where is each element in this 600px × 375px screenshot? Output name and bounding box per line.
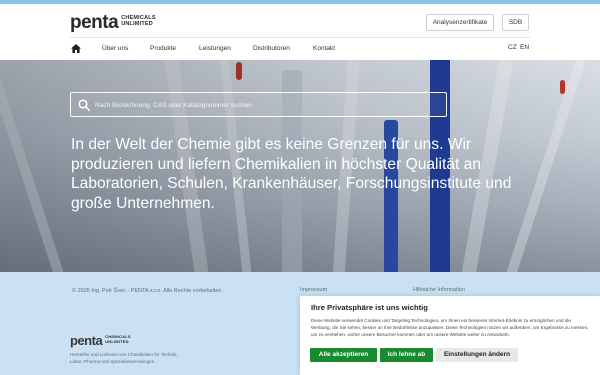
home-icon[interactable] (71, 44, 81, 53)
nav-item-kontakt[interactable]: Kontakt (313, 45, 335, 52)
search-box[interactable] (70, 92, 447, 117)
accept-all-button[interactable]: Alle akzeptieren (310, 348, 377, 362)
footer-logo-subtitle-line2: UNLIMITED (105, 338, 129, 344)
search-icon[interactable] (78, 99, 90, 111)
search-input[interactable] (95, 96, 435, 114)
nav-item-leistungen[interactable]: Leistungen (199, 45, 231, 52)
cookie-text: Diese Website verwendet Cookies und Targ… (311, 318, 589, 337)
certificates-button[interactable]: Analysenzertifikate (426, 14, 494, 31)
hero-section: In der Welt der Chemie gibt es keine Gre… (0, 60, 600, 272)
language-en[interactable]: EN (520, 44, 529, 51)
footer-tagline: Hersteller und Lieferant von Chemikalien… (70, 352, 178, 364)
nav-item-distributoren[interactable]: Distributoren (253, 45, 290, 52)
footer-logo[interactable]: penta CHEMICALS UNLIMITED (70, 334, 131, 347)
change-settings-button[interactable]: Einstellungen ändern (436, 348, 518, 362)
footer-logo-wordmark: penta (70, 333, 103, 348)
cookie-consent-dialog: Ihre Privatsphäre ist uns wichtig Diese … (300, 296, 600, 375)
cookie-title: Ihre Privatsphäre ist uns wichtig (311, 303, 428, 312)
site-logo[interactable]: penta CHEMICALS UNLIMITED (70, 13, 156, 32)
footer-logo-subtitle: CHEMICALS UNLIMITED (105, 334, 131, 344)
language-cz[interactable]: CZ (508, 44, 517, 51)
logo-wordmark: penta (70, 12, 119, 33)
footer-link-info[interactable]: Hilfreiche Information (413, 287, 465, 293)
sdb-button[interactable]: SDB (502, 14, 529, 31)
reject-button[interactable]: Ich lehne ab (380, 348, 433, 362)
nav-item-produkte[interactable]: Produkte (150, 45, 176, 52)
footer-link-impressum[interactable]: Impressum (300, 287, 327, 293)
hero-headline: In der Welt der Chemie gibt es keine Gre… (71, 136, 512, 212)
logo-subtitle-line2: UNLIMITED (121, 21, 153, 27)
nav-item-ueber-uns[interactable]: Über uns (102, 45, 128, 52)
logo-subtitle: CHEMICALS UNLIMITED (121, 15, 156, 27)
footer-copyright: © 2025 Ing. Petr Švec - PENTA s.r.o. All… (72, 288, 224, 294)
main-nav: Über uns Produkte Leistungen Distributor… (0, 38, 600, 60)
site-header: penta CHEMICALS UNLIMITED Analysenzertif… (0, 4, 600, 37)
